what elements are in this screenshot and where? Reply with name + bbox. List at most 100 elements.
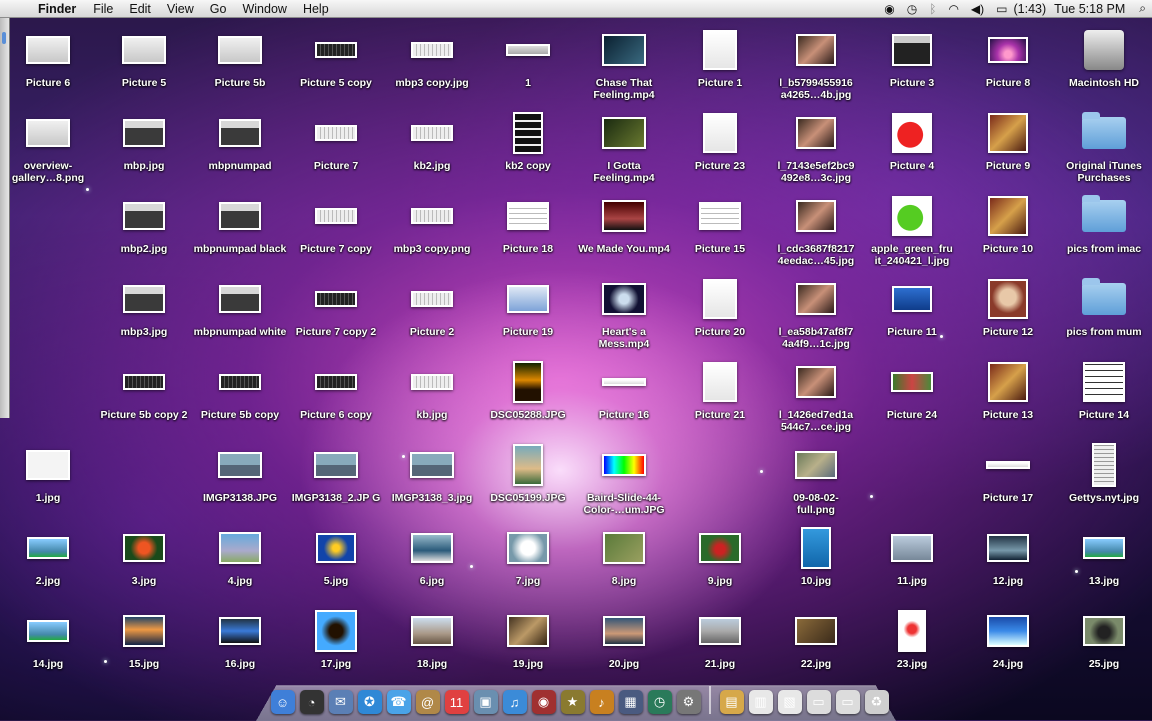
- keyboard-light-thumbnail[interactable]: [411, 374, 453, 390]
- dashboard-icon[interactable]: ◔: [299, 690, 324, 714]
- desktop-icon[interactable]: We Made You.mp4: [576, 192, 672, 272]
- laptop-thumbnail[interactable]: [219, 285, 261, 313]
- desktop-icon-label[interactable]: mbp3 copy.png: [384, 243, 480, 255]
- desktop-icon-label[interactable]: mbpnumpad white: [192, 326, 288, 338]
- ical-icon[interactable]: 11: [444, 690, 469, 714]
- mac-window-thumbnail[interactable]: [218, 36, 262, 64]
- desktop-icon[interactable]: Picture 6: [0, 26, 96, 106]
- desktop-icon-label[interactable]: 2.jpg: [0, 575, 96, 587]
- desktop-icon[interactable]: DSC05288.JPG: [480, 358, 576, 438]
- keyboard-light-thumbnail[interactable]: [411, 208, 453, 224]
- desktop-icon-label[interactable]: Gettys.nyt.jpg: [1056, 492, 1152, 504]
- lizard-thumbnail[interactable]: [795, 617, 837, 645]
- imovie-icon[interactable]: ★: [560, 690, 585, 714]
- desktop-icon[interactable]: 8.jpg: [576, 524, 672, 604]
- desktop-icon-label[interactable]: I Gotta Feeling.mp4: [576, 160, 672, 184]
- desktop-icon[interactable]: 9.jpg: [672, 524, 768, 604]
- room-thumbnail[interactable]: [507, 615, 549, 647]
- desktop-icon[interactable]: Gettys.nyt.jpg: [1056, 441, 1152, 521]
- bar-white-thumbnail[interactable]: [986, 461, 1030, 469]
- desktop-icon[interactable]: Picture 5: [96, 26, 192, 106]
- downloads-stack-icon[interactable]: ▧: [777, 690, 802, 714]
- desktop-icon-label[interactable]: 10.jpg: [768, 575, 864, 587]
- mac-window-thumbnail[interactable]: [26, 119, 70, 147]
- photo-people-thumbnail[interactable]: [796, 283, 836, 315]
- desktop-icon-label[interactable]: Picture 11: [864, 326, 960, 338]
- desktop-icon-label[interactable]: DSC05288.JPG: [480, 409, 576, 421]
- desktop-icon[interactable]: DSC05199.JPG: [480, 441, 576, 521]
- ichat-icon[interactable]: ☎: [386, 690, 411, 714]
- sky-dusk-thumbnail[interactable]: [603, 616, 645, 646]
- desktop-icon[interactable]: 12.jpg: [960, 524, 1056, 604]
- desktop-icon[interactable]: 17.jpg: [288, 607, 384, 687]
- laptop-thumbnail[interactable]: [219, 202, 261, 230]
- album-face-thumbnail[interactable]: [988, 279, 1028, 319]
- desktop-icon[interactable]: l_cdc3687f8217 4eedac…45.jpg: [768, 192, 864, 272]
- desktop-icon[interactable]: Picture 5b: [192, 26, 288, 106]
- photo-booth-icon[interactable]: ◉: [531, 690, 556, 714]
- laptop-thumbnail[interactable]: [123, 119, 165, 147]
- desktop-icon[interactable]: Picture 23: [672, 109, 768, 189]
- desktop-icon[interactable]: Picture 12: [960, 275, 1056, 355]
- desktop-icon[interactable]: 18.jpg: [384, 607, 480, 687]
- desktop-icon-label[interactable]: Baird-Slide-44- Color-…um.JPG: [576, 492, 672, 516]
- desktop-icon-label[interactable]: Picture 7 copy 2: [288, 326, 384, 338]
- screenshot-stack-icon[interactable]: ▭: [806, 690, 831, 714]
- album-thumbnail[interactable]: [988, 362, 1028, 402]
- desktop-icon-label[interactable]: Picture 8: [960, 77, 1056, 89]
- desktop-icon[interactable]: pics from mum: [1056, 275, 1152, 355]
- bar-white-thumbnail[interactable]: [602, 378, 646, 386]
- bird-blue-thumbnail[interactable]: [316, 533, 356, 563]
- desktop-icon[interactable]: 13.jpg: [1056, 524, 1152, 604]
- mail-icon[interactable]: ✉: [328, 690, 353, 714]
- album-thumbnail[interactable]: [988, 196, 1028, 236]
- desktop-icon[interactable]: kb.jpg: [384, 358, 480, 438]
- desktop-icon[interactable]: Picture 2: [384, 275, 480, 355]
- desktop-icon-label[interactable]: mbp3.jpg: [96, 326, 192, 338]
- desktop-icon-label[interactable]: mbp3 copy.jpg: [384, 77, 480, 89]
- desktop-icon-label[interactable]: Picture 13: [960, 409, 1056, 421]
- folder-thumbnail[interactable]: [1082, 195, 1126, 232]
- snail-thumbnail[interactable]: [1083, 616, 1125, 646]
- desktop-icon[interactable]: 7.jpg: [480, 524, 576, 604]
- desktop-icon-label[interactable]: Picture 5b: [192, 77, 288, 89]
- desktop-icon-label[interactable]: Picture 5 copy: [288, 77, 384, 89]
- bridge-thumbnail[interactable]: [314, 452, 358, 478]
- leopard-pink-thumbnail[interactable]: [988, 37, 1028, 63]
- desktop-icon-label[interactable]: Picture 5: [96, 77, 192, 89]
- desktop-icon-label[interactable]: 22.jpg: [768, 658, 864, 670]
- laptop-blue-thumbnail[interactable]: [892, 286, 932, 312]
- desktop-icon-label[interactable]: 8.jpg: [576, 575, 672, 587]
- desktop-icon[interactable]: 6.jpg: [384, 524, 480, 604]
- desktop-icon[interactable]: Macintosh HD: [1056, 26, 1152, 106]
- desktop-icon[interactable]: pics from imac: [1056, 192, 1152, 272]
- desktop-icon[interactable]: 16.jpg: [192, 607, 288, 687]
- dancer-thumbnail[interactable]: [898, 610, 926, 652]
- desktop-icon-label[interactable]: 16.jpg: [192, 658, 288, 670]
- laptop-thumbnail[interactable]: [123, 202, 165, 230]
- desktop-icon[interactable]: 22.jpg: [768, 607, 864, 687]
- desktop-icon-label[interactable]: Chase That Feeling.mp4: [576, 77, 672, 101]
- map-thumbnail[interactable]: [795, 451, 837, 479]
- folder-thumbnail[interactable]: [1082, 278, 1126, 315]
- bridge-thumbnail[interactable]: [410, 452, 454, 478]
- desktop-icon[interactable]: Picture 8: [960, 26, 1056, 106]
- desktop-icon[interactable]: 11.jpg: [864, 524, 960, 604]
- desktop-icon-label[interactable]: 1: [480, 77, 576, 89]
- desktop-icon[interactable]: Original iTunes Purchases: [1056, 109, 1152, 189]
- doc-table-thumbnail[interactable]: [699, 202, 741, 230]
- bird-red-thumbnail[interactable]: [123, 534, 165, 562]
- sky-sea-thumbnail[interactable]: [27, 620, 69, 642]
- desktop-icon-label[interactable]: apple_green_fru it_240421_l.jpg: [864, 243, 960, 267]
- desktop-icon-label[interactable]: Picture 20: [672, 326, 768, 338]
- desktop-icon[interactable]: Picture 16: [576, 358, 672, 438]
- desktop-icon-label[interactable]: 14.jpg: [0, 658, 96, 670]
- itunes-icon[interactable]: ♫: [502, 690, 527, 714]
- desktop-icon-label[interactable]: l_7143e5ef2bc9 492e8…3c.jpg: [768, 160, 864, 184]
- spectrum-thumbnail[interactable]: [602, 454, 646, 476]
- time-machine-icon[interactable]: ◷: [647, 690, 672, 714]
- desktop-icon-label[interactable]: Picture 15: [672, 243, 768, 255]
- doc-white-thumbnail[interactable]: [703, 362, 737, 402]
- desktop-icon-label[interactable]: DSC05199.JPG: [480, 492, 576, 504]
- desktop-icon-label[interactable]: 23.jpg: [864, 658, 960, 670]
